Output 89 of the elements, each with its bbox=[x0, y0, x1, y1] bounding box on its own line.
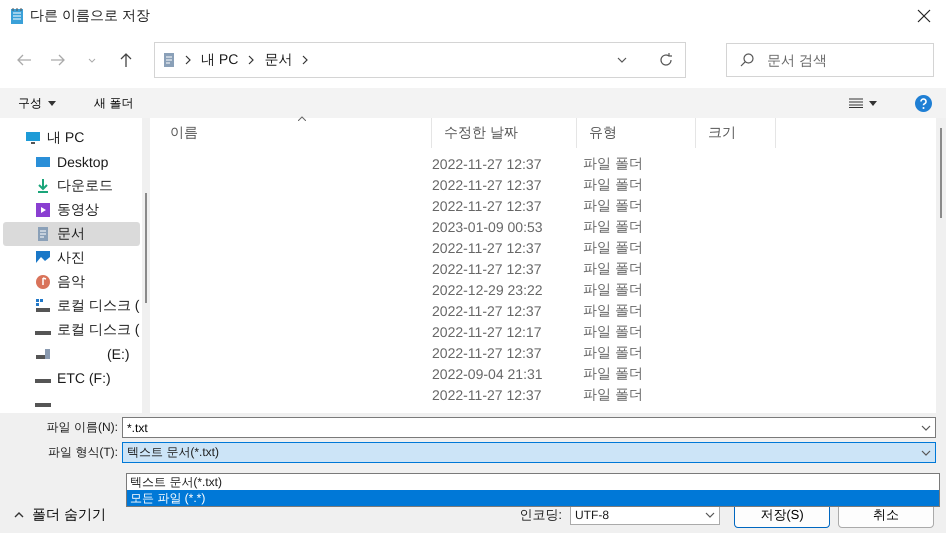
chevron-down-icon bbox=[617, 57, 627, 63]
nav-item[interactable]: 음악 bbox=[3, 270, 140, 294]
filename-field[interactable]: *.txt bbox=[122, 417, 936, 438]
table-cell-text: 2022-11-27 12:37 bbox=[431, 176, 542, 192]
nav-item[interactable]: ETC (F:) bbox=[3, 366, 140, 390]
table-cell-text: 2022-11-27 12:37 bbox=[431, 240, 542, 256]
caret-icon bbox=[48, 100, 56, 106]
table-cell-text: 2022-11-27 12:37 bbox=[431, 260, 542, 276]
drive-icon bbox=[35, 379, 51, 383]
column-header[interactable]: 크기 bbox=[696, 118, 776, 148]
table-cell-text: 파일 폴더 bbox=[582, 154, 643, 172]
chevron-right-icon bbox=[302, 55, 308, 65]
notepad-icon bbox=[10, 7, 24, 25]
search-icon bbox=[740, 53, 754, 67]
nav-item[interactable]: 문서 bbox=[3, 222, 140, 246]
table-cell-text: 파일 폴더 bbox=[582, 218, 643, 236]
breadcrumb[interactable]: 내 PC bbox=[201, 51, 238, 69]
nav-item[interactable]: 내 PC bbox=[3, 126, 140, 150]
caret-icon bbox=[869, 100, 877, 106]
nav-item[interactable]: 로컬 디스크 ( bbox=[3, 318, 140, 342]
table-cell-text: 2023-01-09 00:53 bbox=[431, 218, 544, 234]
refresh-icon[interactable] bbox=[659, 53, 673, 67]
table-cell-text: 파일 폴더 bbox=[582, 238, 643, 256]
column-header[interactable]: 수정한 날짜 bbox=[432, 118, 577, 148]
chevron-right-icon bbox=[185, 55, 191, 65]
hide-folders-button[interactable]: 폴더 숨기기 bbox=[14, 506, 106, 524]
table-cell-text: 2022-11-27 12:37 bbox=[431, 198, 542, 214]
table-cell-text: 2022-12-29 23:22 bbox=[431, 282, 544, 298]
table-cell-text: 2022-09-04 21:31 bbox=[431, 366, 544, 382]
list-view-icon bbox=[849, 98, 863, 108]
table-cell-text: 2022-11-27 12:37 bbox=[431, 344, 542, 360]
download-icon bbox=[35, 178, 51, 194]
field-label: 파일 이름(N): bbox=[46, 419, 119, 436]
file-type-dropdown[interactable]: 텍스트 문서(*.txt) bbox=[122, 442, 936, 463]
column-header[interactable]: 이름 bbox=[158, 118, 432, 148]
table-cell-text: 파일 폴더 bbox=[582, 280, 643, 298]
video-icon bbox=[35, 202, 51, 218]
chevron-down-icon bbox=[921, 425, 931, 431]
chevron-down-icon bbox=[705, 512, 715, 518]
breadcrumb[interactable]: 문서 bbox=[264, 51, 292, 69]
table-cell-text: 파일 폴더 bbox=[582, 322, 643, 340]
arrow-right-icon bbox=[50, 53, 66, 67]
close-icon bbox=[917, 9, 931, 23]
table-cell-text: 파일 폴더 bbox=[582, 364, 643, 382]
sort-up-icon bbox=[298, 116, 306, 121]
drive-icon bbox=[35, 403, 51, 407]
table-cell-text: 2022-11-27 12:37 bbox=[431, 302, 542, 318]
monitor-icon bbox=[25, 130, 41, 146]
document-icon bbox=[35, 226, 51, 242]
chevron-up-icon bbox=[14, 512, 24, 518]
encoding-dropdown[interactable]: UTF-8 bbox=[570, 505, 720, 525]
table-cell-text: 파일 폴더 bbox=[582, 344, 643, 362]
encoding-label: 인코딩: bbox=[519, 506, 562, 524]
nav-item[interactable]: 다운로드 bbox=[3, 174, 140, 198]
picture-icon bbox=[35, 250, 51, 266]
usb-drive-icon bbox=[35, 346, 51, 362]
chevron-down-icon bbox=[921, 450, 931, 456]
table-cell-text: 파일 폴더 bbox=[582, 176, 643, 194]
nav-item[interactable]: 로컬 디스크 ( bbox=[3, 294, 140, 318]
music-icon bbox=[35, 274, 51, 290]
table-cell-text: 파일 폴더 bbox=[582, 386, 643, 404]
arrow-left-icon bbox=[16, 53, 32, 67]
address-bar[interactable]: 내 PC 문서 bbox=[154, 42, 686, 78]
table-cell-text: 파일 폴더 bbox=[582, 260, 643, 278]
help-icon bbox=[915, 94, 932, 112]
drive-icon bbox=[35, 298, 51, 314]
table-cell-text: 2022-11-27 12:17 bbox=[431, 324, 542, 340]
window-title: 다른 이름으로 저장 bbox=[30, 7, 151, 25]
chevron-down-icon bbox=[88, 58, 96, 62]
field-label: 파일 형식(T): bbox=[47, 444, 119, 461]
table-cell-text: 파일 폴더 bbox=[582, 302, 643, 320]
table-cell-text: 2022-11-27 12:37 bbox=[431, 156, 542, 172]
nav-item[interactable]: 사진 bbox=[3, 246, 140, 270]
arrow-up-icon bbox=[119, 52, 133, 68]
desktop-icon bbox=[35, 154, 51, 170]
dropdown-option[interactable]: 텍스트 문서(*.txt) bbox=[127, 474, 939, 490]
search-field[interactable]: 문서 검색 bbox=[726, 43, 934, 77]
document-icon bbox=[163, 52, 175, 68]
nav-item[interactable]: (E:) bbox=[3, 342, 140, 366]
dropdown-option[interactable]: 모든 파일 (*.*) bbox=[127, 490, 939, 506]
nav-item[interactable]: 동영상 bbox=[3, 198, 140, 222]
new-folder-button[interactable]: 새 폴더 bbox=[90, 92, 138, 114]
chevron-right-icon bbox=[248, 55, 254, 65]
column-header[interactable]: 유형 bbox=[577, 118, 696, 148]
nav-item[interactable]: Desktop bbox=[3, 150, 140, 174]
table-cell-text: 파일 폴더 bbox=[582, 196, 643, 214]
organize-button[interactable]: 구성 bbox=[14, 92, 60, 114]
drive-icon bbox=[35, 331, 51, 335]
table-cell-text: 2022-11-27 12:37 bbox=[431, 386, 542, 402]
